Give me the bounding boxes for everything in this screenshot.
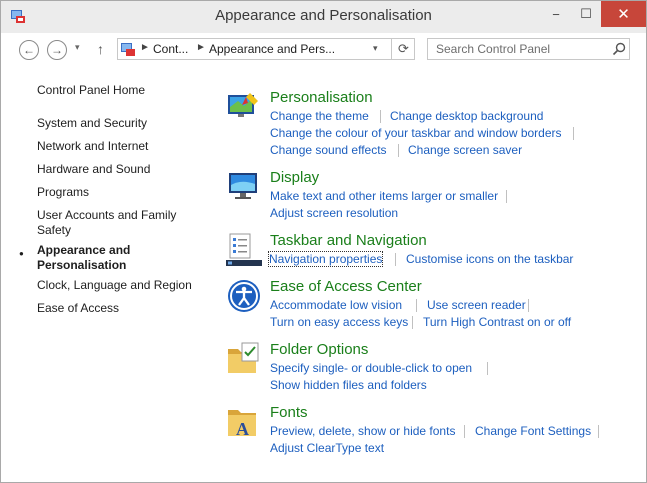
personalisation-icon: [228, 93, 258, 117]
change-sound-effects-link[interactable]: Change sound effects: [270, 143, 387, 157]
folder-options-icon: [228, 342, 259, 373]
use-screen-reader-link[interactable]: Use screen reader: [427, 298, 526, 312]
link-divider: [464, 425, 465, 438]
breadcrumb-control-panel[interactable]: Cont...: [153, 42, 188, 56]
current-item-bullet-icon: ●: [19, 249, 24, 258]
forward-button[interactable]: →: [47, 40, 67, 60]
link-divider: [506, 190, 507, 203]
sidebar-item-ease-of-access[interactable]: Ease of Access: [37, 301, 197, 316]
back-button[interactable]: ←: [19, 40, 39, 60]
close-button[interactable]: ✕: [601, 1, 646, 27]
breadcrumb-separator-icon[interactable]: ►: [196, 42, 206, 53]
search-icon[interactable]: [612, 42, 626, 56]
sidebar-item-control-panel-home[interactable]: Control Panel Home: [37, 83, 197, 98]
sidebar-item-programs[interactable]: Programs: [37, 185, 197, 200]
navigation-properties-link[interactable]: Navigation properties: [267, 251, 384, 267]
sidebar-item-network-internet[interactable]: Network and Internet: [37, 139, 197, 154]
customise-taskbar-icons-link[interactable]: Customise icons on the taskbar: [406, 252, 573, 266]
address-field[interactable]: ► Cont... ► Appearance and Pers... ▾ ⟳: [117, 38, 415, 60]
folder-options-title[interactable]: Folder Options: [270, 341, 368, 358]
search-input[interactable]: Search Control Panel: [427, 38, 630, 60]
change-theme-link[interactable]: Change the theme: [270, 109, 369, 123]
easy-access-keys-link[interactable]: Turn on easy access keys: [270, 315, 408, 329]
title-bar: Appearance and Personalisation − ☐ ✕: [1, 1, 646, 33]
link-divider: [380, 110, 381, 123]
fonts-icon: A: [228, 410, 256, 439]
maximize-button[interactable]: ☐: [571, 1, 601, 27]
minimize-button[interactable]: −: [541, 1, 571, 27]
change-font-settings-link[interactable]: Change Font Settings: [475, 424, 591, 438]
fonts-title[interactable]: Fonts: [270, 404, 308, 421]
single-double-click-link[interactable]: Specify single- or double-click to open: [270, 361, 472, 375]
ease-of-access-title[interactable]: Ease of Access Center: [270, 278, 422, 295]
navigation-bar: ← → ▾ ↑ ► Cont... ► Appearance and Pers.…: [1, 33, 646, 67]
display-icon: [229, 173, 257, 199]
change-desktop-background-link[interactable]: Change desktop background: [390, 109, 543, 123]
link-divider: [412, 316, 413, 329]
link-divider: [487, 362, 488, 375]
accommodate-low-vision-link[interactable]: Accommodate low vision: [270, 298, 402, 312]
high-contrast-link[interactable]: Turn High Contrast on or off: [423, 315, 571, 329]
breadcrumb-separator-icon: ►: [140, 42, 150, 53]
sidebar-item-system-security[interactable]: System and Security: [37, 116, 197, 131]
svg-text:A: A: [236, 419, 249, 439]
display-title[interactable]: Display: [270, 169, 319, 186]
search-placeholder: Search Control Panel: [436, 42, 551, 56]
control-panel-address-icon: [121, 43, 135, 56]
refresh-button[interactable]: ⟳: [391, 39, 415, 59]
recent-locations-chevron-icon[interactable]: ▾: [75, 42, 80, 53]
link-divider: [395, 253, 396, 266]
sidebar: Control Panel Home System and Security N…: [1, 67, 211, 481]
link-divider: [573, 127, 574, 140]
sidebar-item-appearance-current: Appearance and Personalisation: [37, 243, 131, 272]
taskbar-navigation-title[interactable]: Taskbar and Navigation: [270, 232, 427, 249]
sidebar-item-user-accounts[interactable]: User Accounts and Family Safety: [37, 208, 187, 238]
breadcrumb-appearance[interactable]: Appearance and Pers...: [209, 42, 335, 56]
preview-fonts-link[interactable]: Preview, delete, show or hide fonts: [270, 424, 455, 438]
address-dropdown-icon[interactable]: ▾: [373, 43, 378, 54]
up-arrow-button[interactable]: ↑: [97, 41, 104, 57]
link-divider: [416, 299, 417, 312]
show-hidden-files-link[interactable]: Show hidden files and folders: [270, 378, 427, 392]
link-divider: [598, 425, 599, 438]
screen-resolution-link[interactable]: Adjust screen resolution: [270, 206, 398, 220]
sidebar-item-hardware-sound[interactable]: Hardware and Sound: [37, 162, 197, 177]
window: Appearance and Personalisation − ☐ ✕ ← →…: [0, 0, 647, 483]
personalisation-title[interactable]: Personalisation: [270, 89, 373, 106]
change-taskbar-colour-link[interactable]: Change the colour of your taskbar and wi…: [270, 126, 562, 140]
taskbar-icon: [226, 233, 262, 266]
sidebar-item-clock-language[interactable]: Clock, Language and Region: [37, 278, 197, 293]
adjust-cleartype-link[interactable]: Adjust ClearType text: [270, 441, 384, 455]
link-divider: [398, 144, 399, 157]
ease-of-access-icon: [228, 280, 260, 312]
change-screen-saver-link[interactable]: Change screen saver: [408, 143, 522, 157]
link-divider: [528, 299, 529, 312]
text-size-link[interactable]: Make text and other items larger or smal…: [270, 189, 498, 203]
